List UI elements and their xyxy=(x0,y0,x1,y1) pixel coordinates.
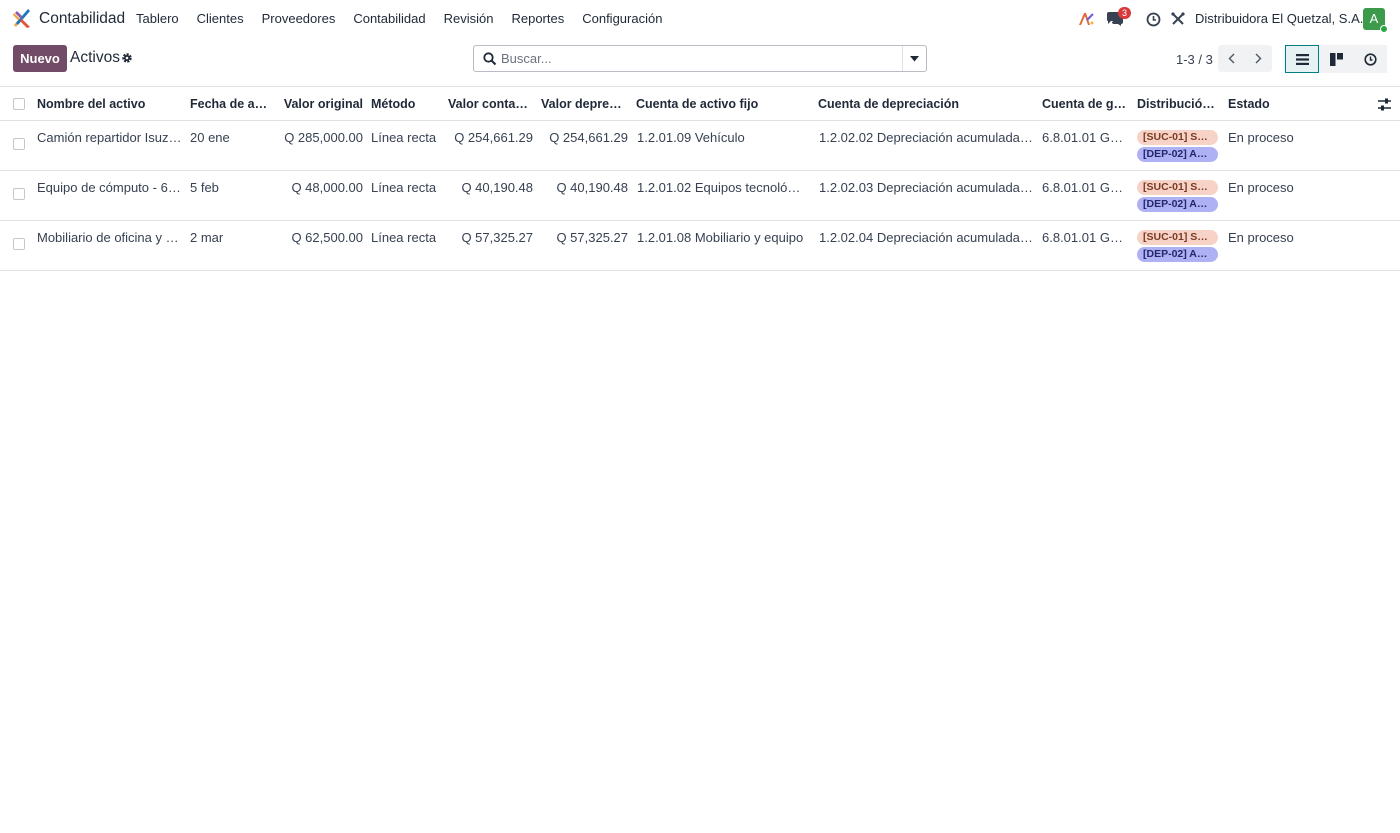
cell-acquisition-date: 5 feb xyxy=(190,180,219,195)
ai-assistant-icon[interactable] xyxy=(1077,10,1095,28)
user-avatar[interactable]: A xyxy=(1363,8,1388,33)
top-navbar: Contabilidad Tablero Clientes Proveedore… xyxy=(0,0,1400,38)
header-analytic-distribution[interactable]: Distribución … xyxy=(1137,97,1221,111)
main-menu: Tablero Clientes Proveedores Contabilida… xyxy=(136,11,680,26)
header-expense-account[interactable]: Cuenta de ga… xyxy=(1042,97,1129,111)
row-checkbox[interactable] xyxy=(13,238,25,250)
header-method[interactable]: Método xyxy=(371,97,441,111)
new-button[interactable]: Nuevo xyxy=(13,45,67,72)
cell-method: Línea recta xyxy=(371,130,437,145)
list-view-button[interactable] xyxy=(1285,45,1319,73)
menu-item-tablero[interactable]: Tablero xyxy=(136,11,179,26)
caret-down-icon xyxy=(910,55,919,61)
cell-depreciation-account: 1.2.02.02 Depreciación acumulada de… xyxy=(819,130,1034,145)
header-acquisition-date[interactable]: Fecha de ad… xyxy=(190,97,270,111)
menu-item-revision[interactable]: Revisión xyxy=(444,11,494,26)
table-row[interactable]: Equipo de cómputo - 6 e… 5 feb Q 48,000.… xyxy=(0,171,1400,221)
activity-clock-icon[interactable] xyxy=(1144,10,1162,28)
analytic-tag-branch: [SUC-01] S… xyxy=(1137,230,1218,245)
cell-state: En proceso xyxy=(1228,230,1294,245)
cell-depreciable-value: Q 254,661.29 xyxy=(549,130,628,145)
cell-depreciation-account: 1.2.02.04 Depreciación acumulada de… xyxy=(819,230,1034,245)
chevron-right-icon xyxy=(1255,53,1262,64)
header-asset-name[interactable]: Nombre del activo xyxy=(37,97,182,111)
debug-tools-icon[interactable] xyxy=(1169,10,1187,28)
clock-icon xyxy=(1363,52,1377,66)
search-input[interactable] xyxy=(501,49,901,68)
cell-original-value: Q 48,000.00 xyxy=(291,180,363,195)
menu-item-reportes[interactable]: Reportes xyxy=(511,11,564,26)
avatar-letter: A xyxy=(1369,11,1379,26)
select-all-checkbox[interactable] xyxy=(13,98,25,110)
page-title: Activos xyxy=(70,49,120,66)
app-name[interactable]: Contabilidad xyxy=(39,10,125,28)
pager-next-button[interactable] xyxy=(1245,45,1272,72)
cell-asset-name: Mobiliario de oficina y es… xyxy=(37,230,182,245)
cell-expense-account: 6.8.01.01 Gas… xyxy=(1042,230,1130,245)
kanban-icon xyxy=(1329,52,1343,66)
cell-acquisition-date: 20 ene xyxy=(190,130,230,145)
header-state[interactable]: Estado xyxy=(1228,97,1308,111)
row-checkbox[interactable] xyxy=(13,188,25,200)
cell-method: Línea recta xyxy=(371,230,437,245)
table-row[interactable]: Mobiliario de oficina y es… 2 mar Q 62,5… xyxy=(0,221,1400,271)
accounting-app-icon[interactable] xyxy=(12,9,32,29)
header-depreciable-value[interactable]: Valor depreci… xyxy=(541,97,627,111)
messaging-icon[interactable]: 3 xyxy=(1106,7,1132,28)
cell-method: Línea recta xyxy=(371,180,437,195)
gear-icon[interactable] xyxy=(121,52,133,64)
search-bar xyxy=(473,45,927,72)
cell-depreciation-account: 1.2.02.03 Depreciación acumulada de… xyxy=(819,180,1034,195)
messages-count-badge: 3 xyxy=(1118,7,1132,19)
cell-state: En proceso xyxy=(1228,180,1294,195)
menu-item-configuracion[interactable]: Configuración xyxy=(582,11,662,26)
cell-book-value: Q 254,661.29 xyxy=(454,130,533,145)
row-checkbox[interactable] xyxy=(13,138,25,150)
cell-acquisition-date: 2 mar xyxy=(190,230,224,245)
analytic-tag-branch: [SUC-01] S… xyxy=(1137,180,1218,195)
cell-fixed-asset-account: 1.2.01.08 Mobiliario y equipo xyxy=(637,230,804,245)
menu-item-proveedores[interactable]: Proveedores xyxy=(262,11,336,26)
cell-asset-name: Equipo de cómputo - 6 e… xyxy=(37,180,182,195)
assets-table: Nombre del activo Fecha de ad… Valor ori… xyxy=(0,86,1400,271)
analytic-tag-branch: [SUC-01] S… xyxy=(1137,130,1218,145)
company-switcher[interactable]: Distribuidora El Quetzal, S.A. xyxy=(1195,11,1363,26)
analytic-tag-department: [DEP-02] A… xyxy=(1137,147,1218,162)
header-book-value[interactable]: Valor contable xyxy=(448,97,533,111)
cell-book-value: Q 40,190.48 xyxy=(461,180,533,195)
cell-asset-name: Camión repartidor Isuzu … xyxy=(37,130,182,145)
cell-state: En proceso xyxy=(1228,130,1294,145)
chevron-left-icon xyxy=(1228,53,1235,64)
cell-depreciable-value: Q 57,325.27 xyxy=(556,230,628,245)
cell-original-value: Q 62,500.00 xyxy=(291,230,363,245)
list-icon xyxy=(1295,53,1309,65)
search-options-toggle[interactable] xyxy=(902,46,926,71)
cell-expense-account: 6.8.01.01 Gas… xyxy=(1042,130,1130,145)
cell-expense-account: 6.8.01.01 Gas… xyxy=(1042,180,1130,195)
analytic-tag-department: [DEP-02] A… xyxy=(1137,197,1218,212)
online-status-dot xyxy=(1380,25,1388,33)
cell-book-value: Q 57,325.27 xyxy=(461,230,533,245)
header-fixed-asset-account[interactable]: Cuenta de activo fijo xyxy=(636,97,806,111)
menu-item-clientes[interactable]: Clientes xyxy=(197,11,244,26)
analytic-tag-department: [DEP-02] A… xyxy=(1137,247,1218,262)
kanban-view-button[interactable] xyxy=(1319,45,1353,73)
header-depreciation-account[interactable]: Cuenta de depreciación xyxy=(818,97,1033,111)
pager-value[interactable]: 1-3 / 3 xyxy=(1176,52,1213,67)
search-icon xyxy=(483,52,497,66)
cell-fixed-asset-account: 1.2.01.02 Equipos tecnológic… xyxy=(637,180,807,195)
table-row[interactable]: Camión repartidor Isuzu … 20 ene Q 285,0… xyxy=(0,121,1400,171)
cell-original-value: Q 285,000.00 xyxy=(284,130,363,145)
view-switcher xyxy=(1285,45,1387,73)
column-settings-icon[interactable] xyxy=(1378,98,1391,111)
activity-view-button[interactable] xyxy=(1353,45,1387,73)
header-original-value[interactable]: Valor original xyxy=(276,97,363,111)
pager-buttons xyxy=(1218,45,1272,72)
cell-depreciable-value: Q 40,190.48 xyxy=(556,180,628,195)
cell-fixed-asset-account: 1.2.01.09 Vehículo xyxy=(637,130,745,145)
pager-previous-button[interactable] xyxy=(1218,45,1245,72)
table-header: Nombre del activo Fecha de ad… Valor ori… xyxy=(0,86,1400,121)
menu-item-contabilidad[interactable]: Contabilidad xyxy=(353,11,425,26)
